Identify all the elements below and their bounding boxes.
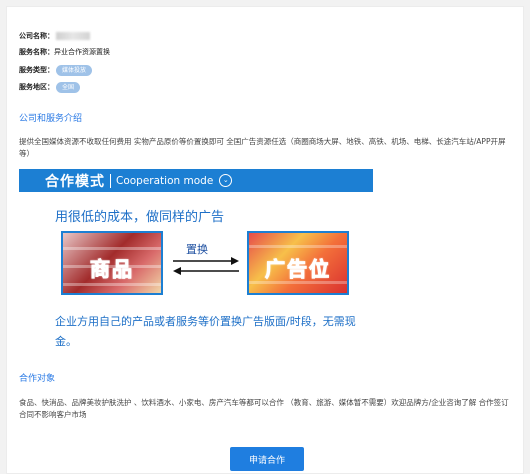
intro-text: 提供全国媒体资源不收取任何费用 实物产品原价等价置换即可 全国广告资源任选（商圈… xyxy=(19,137,506,158)
service-name-value: 异业合作资源置换 xyxy=(54,48,110,56)
partners-text: 食品、快消品、品牌美妆护肤洗护 、饮料酒水、小家电、房产汽车等都可以合作 （教育… xyxy=(19,398,509,419)
service-area-badge: 全国 xyxy=(56,81,81,93)
apply-cooperation-button[interactable]: 申请合作 xyxy=(230,447,304,471)
product-image: 商品 xyxy=(61,231,163,295)
service-type-row: 服务类型： 媒体投放 xyxy=(19,63,93,77)
service-type-label: 服务类型： xyxy=(19,66,54,74)
product-label: 商品 xyxy=(90,257,134,282)
promo-headline: 用很低的成本，做同样的广告 xyxy=(55,210,225,225)
promo-header: 合作模式 Cooperation mode ⌄ xyxy=(19,169,373,192)
service-area-label: 服务地区： xyxy=(19,83,54,91)
promo-header-en: Cooperation mode xyxy=(116,174,214,187)
service-name-label: 服务名称： xyxy=(19,48,54,56)
company-name-redacted xyxy=(56,32,90,40)
chevron-down-circle-icon: ⌄ xyxy=(219,174,233,187)
intro-section-title: 公司和服务介绍 xyxy=(19,114,83,124)
cooperation-mode-banner: 合作模式 Cooperation mode ⌄ 用很低的成本，做同样的广告 商品… xyxy=(19,169,373,360)
service-detail-card: 公司名称： 服务名称： 异业合作资源置换 服务类型： 媒体投放 服务地区： 全国… xyxy=(6,6,524,474)
ad-space-image: 广告位 xyxy=(247,231,349,295)
promo-header-cn: 合作模式 xyxy=(45,173,105,190)
company-label: 公司名称： xyxy=(19,32,54,40)
swap-arrows-icon xyxy=(171,255,241,277)
ad-space-label: 广告位 xyxy=(265,257,331,282)
service-type-badge: 媒体投放 xyxy=(56,64,93,76)
service-area-row: 服务地区： 全国 xyxy=(19,80,81,94)
promo-header-divider xyxy=(110,173,111,188)
promo-caption: 企业方用自己的产品或者服务等价置换广告版面/时段，无需现金。 xyxy=(55,315,356,348)
company-row: 公司名称： xyxy=(19,29,90,43)
service-name-row: 服务名称： 异业合作资源置换 xyxy=(19,45,110,59)
partners-section-title: 合作对象 xyxy=(19,374,56,384)
